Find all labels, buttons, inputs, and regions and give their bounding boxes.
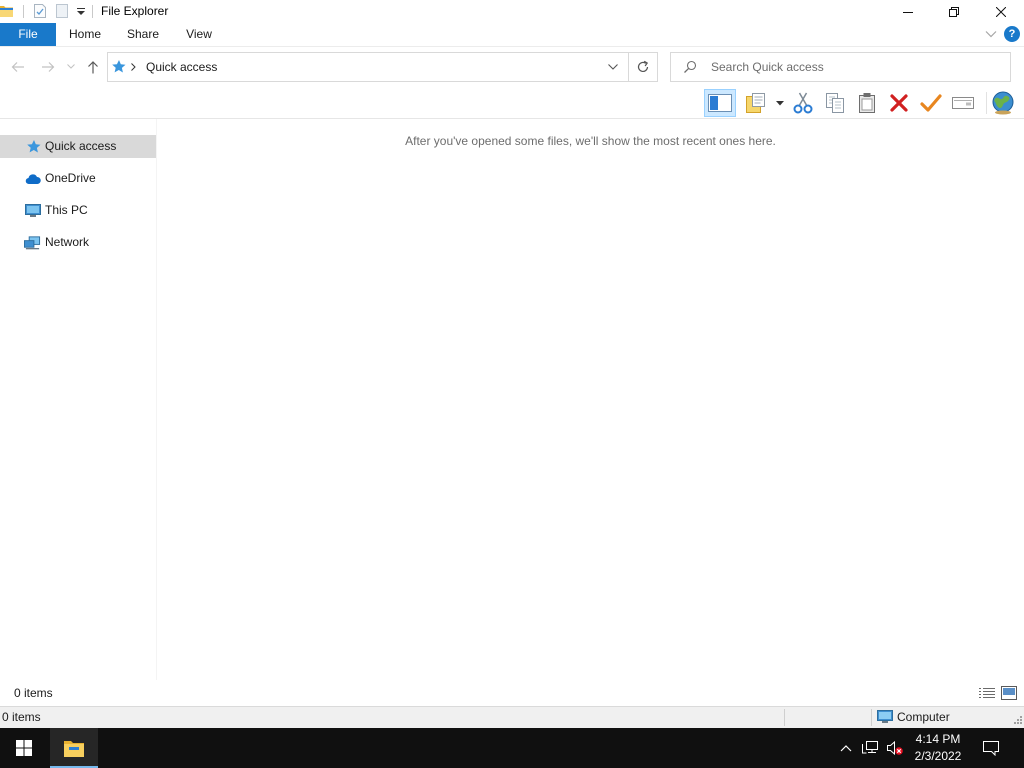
start-button[interactable] <box>0 728 48 768</box>
minimize-button[interactable] <box>885 0 931 23</box>
status-divider <box>871 709 872 726</box>
address-dropdown-icon[interactable] <box>608 64 618 70</box>
tab-file[interactable]: File <box>0 23 56 46</box>
nav-item-label: OneDrive <box>45 171 96 185</box>
chevron-up-icon[interactable] <box>840 744 852 752</box>
star-icon <box>110 59 126 75</box>
tab-home[interactable]: Home <box>62 23 108 46</box>
resize-grip-icon[interactable] <box>1012 716 1022 726</box>
help-label: ? <box>1008 28 1016 40</box>
scissors-icon <box>793 92 813 114</box>
refresh-divider <box>628 53 629 81</box>
volume-muted-icon[interactable] <box>886 740 904 756</box>
paste-icon <box>857 92 877 114</box>
search-placeholder[interactable]: Search Quick access <box>711 53 824 81</box>
properties-icon[interactable] <box>33 3 47 19</box>
clock-date[interactable]: 2/3/2022 <box>910 748 966 764</box>
computer-zone-icon <box>877 710 893 724</box>
nav-item-network[interactable]: Network <box>0 231 156 254</box>
expand-ribbon-chevron-icon[interactable] <box>985 30 997 38</box>
folder-app-icon[interactable] <box>0 3 14 19</box>
clock-time[interactable]: 4:14 PM <box>910 731 966 747</box>
search-icon <box>683 60 697 74</box>
delete-x-icon <box>889 93 909 113</box>
notes-folder-button[interactable] <box>745 89 767 117</box>
nav-item-onedrive[interactable]: OneDrive <box>0 167 156 190</box>
notes-folder-icon <box>745 92 767 114</box>
rename-button[interactable] <box>952 89 974 117</box>
item-count: 0 items <box>14 686 53 700</box>
star-icon <box>24 139 41 154</box>
rename-icon <box>952 95 974 111</box>
status-divider <box>784 709 785 726</box>
forward-arrow-icon[interactable] <box>41 61 55 73</box>
preview-pane-icon <box>708 94 732 112</box>
ribbon-divider <box>0 46 1024 47</box>
notification-icon[interactable] <box>983 740 999 756</box>
copy-icon <box>825 92 845 114</box>
refresh-icon[interactable] <box>636 60 650 74</box>
nav-item-this-pc[interactable]: This PC <box>0 199 156 222</box>
nav-item-quick-access[interactable]: Quick access <box>0 135 156 158</box>
taskbar: 4:14 PM 2/3/2022 <box>0 728 1024 768</box>
recent-locations-chevron-icon[interactable] <box>67 64 75 69</box>
up-arrow-icon[interactable] <box>87 60 99 74</box>
empty-folder-message: After you've opened some files, we'll sh… <box>405 134 776 148</box>
file-explorer-icon <box>63 738 85 758</box>
preview-pane-button[interactable] <box>704 89 736 117</box>
restore-icon <box>949 6 959 17</box>
address-path[interactable]: Quick access <box>146 53 217 81</box>
large-icons-view-icon[interactable] <box>1001 686 1017 700</box>
dropdown-arrow-icon <box>776 100 784 106</box>
title-bar: File Explorer <box>0 0 1024 23</box>
tab-view[interactable]: View <box>176 23 222 46</box>
taskbar-file-explorer[interactable] <box>50 728 98 768</box>
windows-logo-icon <box>16 740 32 756</box>
title-separator <box>92 5 93 18</box>
paste-button[interactable] <box>857 89 877 117</box>
tab-share[interactable]: Share <box>118 23 168 46</box>
restore-button[interactable] <box>931 0 977 23</box>
customize-dropdown-icon[interactable] <box>76 7 86 17</box>
details-view-icon[interactable] <box>979 687 995 699</box>
help-icon[interactable]: ? <box>1004 26 1020 42</box>
minimize-icon <box>903 7 913 17</box>
delete-button[interactable] <box>889 89 909 117</box>
qat-separator <box>23 5 24 18</box>
select-check-button[interactable] <box>920 89 942 117</box>
nav-item-label: Network <box>45 235 90 249</box>
toolbar-separator <box>986 92 987 114</box>
classic-item-count: 0 items <box>2 710 41 724</box>
globe-button[interactable] <box>990 89 1016 117</box>
new-folder-icon[interactable] <box>55 3 69 19</box>
copy-button[interactable] <box>825 89 845 117</box>
breadcrumb-chevron-icon[interactable] <box>131 63 136 71</box>
security-zone-label: Computer <box>897 710 950 724</box>
back-arrow-icon[interactable] <box>11 61 25 73</box>
checkmark-icon <box>920 93 942 113</box>
network-icon <box>24 235 41 250</box>
nav-item-label: Quick access <box>45 139 117 153</box>
close-button[interactable] <box>977 0 1024 23</box>
computer-icon <box>24 203 41 218</box>
cut-button[interactable] <box>793 89 813 117</box>
close-icon <box>995 6 1006 17</box>
globe-icon <box>990 91 1016 115</box>
cloud-icon <box>24 171 41 186</box>
notes-folder-dropdown[interactable] <box>776 89 784 117</box>
classic-status-bar: 0 items Computer <box>0 706 1024 728</box>
nav-item-label: This PC <box>45 203 88 217</box>
network-wired-icon[interactable] <box>862 740 878 756</box>
window-title: File Explorer <box>101 4 169 18</box>
